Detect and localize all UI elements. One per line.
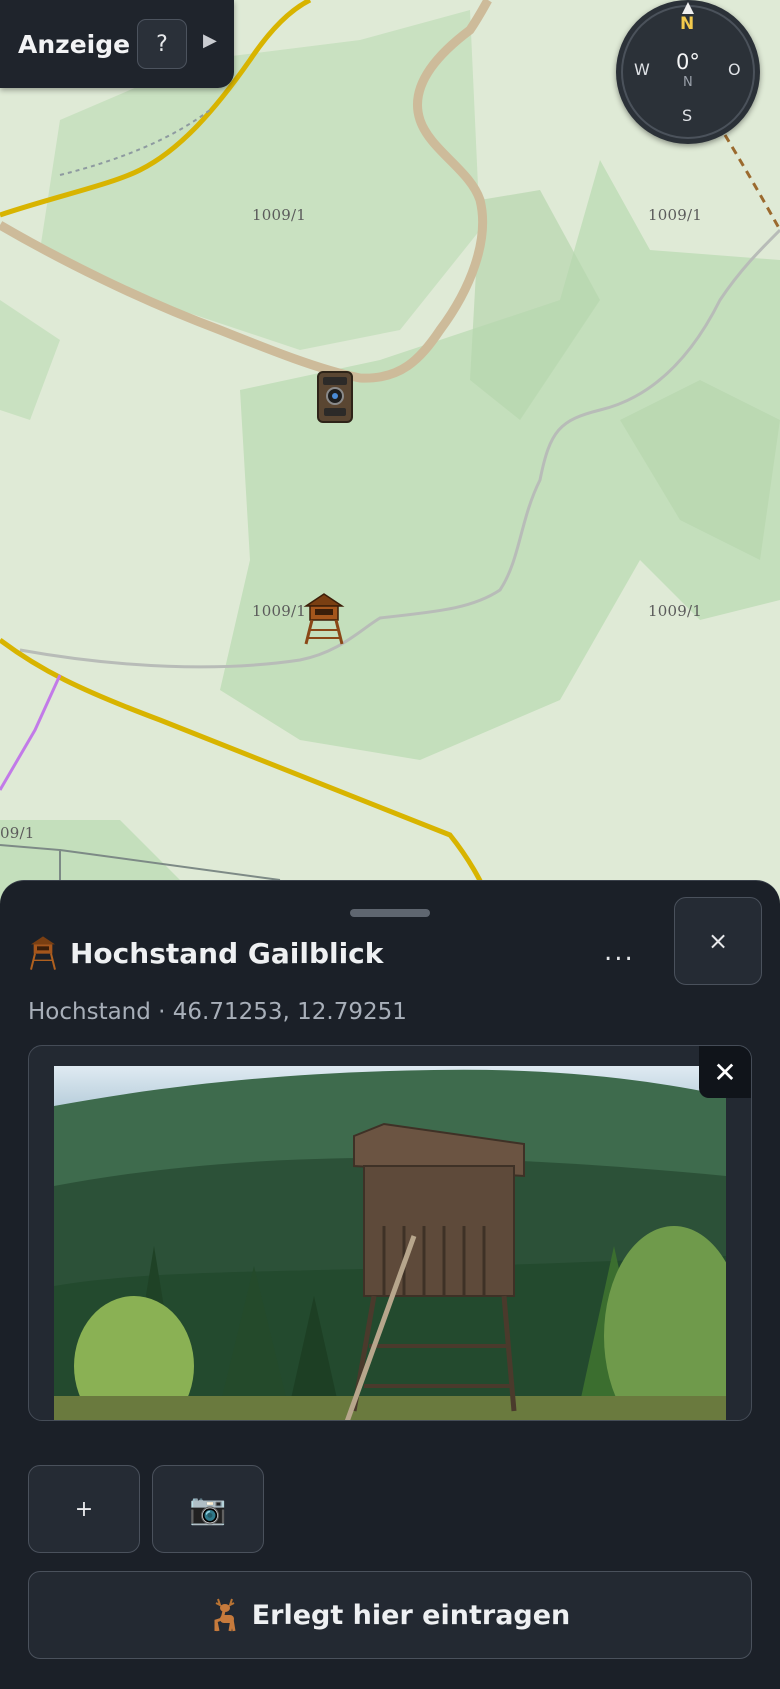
- parcel-label: 1009/1: [252, 206, 306, 224]
- parcel-label: 1009/1: [252, 602, 306, 620]
- location-subtitle: Hochstand · 46.71253, 12.79251: [28, 999, 407, 1025]
- add-button[interactable]: +: [28, 1465, 140, 1553]
- sheet-drag-handle[interactable]: [350, 909, 430, 917]
- page-title: Hochstand Gailblick: [70, 936, 384, 970]
- compass-south: S: [682, 106, 693, 125]
- parcel-label: 1009/1: [648, 602, 702, 620]
- display-label[interactable]: Anzeige: [18, 30, 130, 59]
- trail-camera-icon: [317, 371, 353, 423]
- parcel-label: 1009/1: [648, 206, 702, 224]
- close-button[interactable]: ×: [674, 897, 762, 985]
- compass-west: W: [634, 60, 650, 79]
- hunting-stand-photo[interactable]: [54, 1066, 726, 1421]
- record-kill-label: Erlegt hier eintragen: [251, 1599, 571, 1631]
- more-options-button[interactable]: ...: [604, 937, 635, 967]
- remove-photo-button[interactable]: ✕: [699, 1046, 751, 1098]
- compass-heading: 0°: [676, 50, 700, 74]
- compass-east: O: [728, 60, 741, 79]
- display-control[interactable]: Anzeige ? ▶: [0, 0, 234, 88]
- photo-card: ✕: [28, 1045, 752, 1421]
- hunting-stand-marker[interactable]: [302, 592, 346, 650]
- record-kill-button[interactable]: Erlegt hier eintragen: [28, 1571, 752, 1659]
- deer-icon: [214, 1598, 236, 1632]
- camera-button[interactable]: 📷: [152, 1465, 264, 1553]
- expand-arrow-icon[interactable]: ▶: [203, 30, 217, 51]
- trail-camera-marker[interactable]: [314, 368, 356, 430]
- compass[interactable]: N S W O 0° N: [616, 0, 760, 144]
- detail-sheet: × Hochstand Gailblick ... Hochstand · 46…: [0, 880, 780, 1689]
- hunting-stand-icon: [30, 936, 56, 970]
- hunting-stand-icon: [303, 593, 345, 645]
- compass-heading-dir: N: [683, 75, 693, 90]
- help-button[interactable]: ?: [137, 19, 187, 69]
- sheet-header: Hochstand Gailblick: [28, 935, 383, 971]
- camera-icon: 📷: [189, 1491, 227, 1527]
- parcel-label: 09/1: [0, 824, 35, 842]
- compass-north: N: [680, 14, 695, 34]
